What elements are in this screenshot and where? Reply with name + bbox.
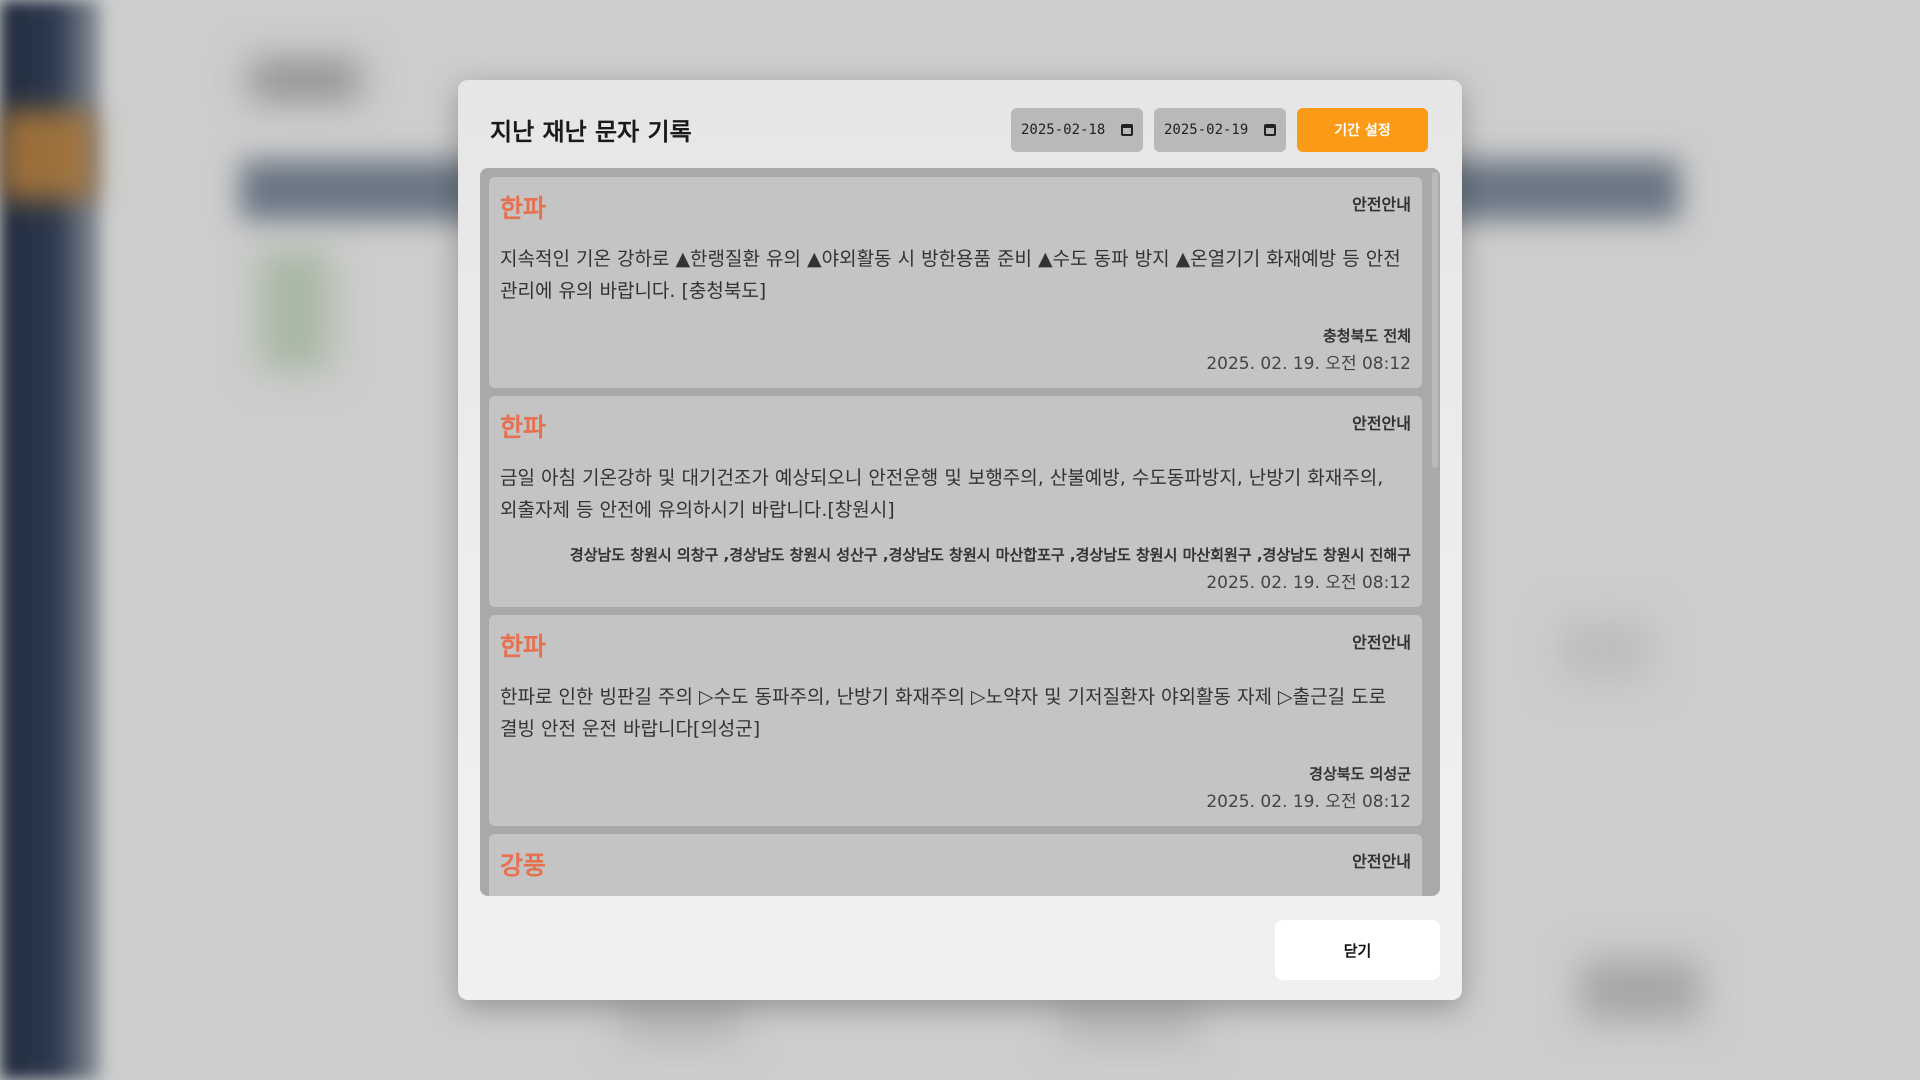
message-card: 한파 안전안내 지속적인 기온 강하로 ▲한랭질환 유의 ▲야외활동 시 방한용… — [489, 177, 1422, 388]
message-list[interactable]: 한파 안전안내 지속적인 기온 강하로 ▲한랭질환 유의 ▲야외활동 시 방한용… — [480, 168, 1440, 896]
message-time: 2025. 02. 19. 오전 08:12 — [1206, 573, 1411, 593]
message-type: 한파 — [500, 194, 547, 223]
message-type: 한파 — [500, 413, 547, 442]
message-region: 경상북도 의성군 — [1309, 765, 1411, 783]
message-region: 경상남도 창원시 의창구 ,경상남도 창원시 성산구 ,경상남도 창원시 마산합… — [569, 546, 1411, 564]
background-blur — [1560, 620, 1650, 680]
background-blur — [1060, 1000, 1200, 1040]
disaster-history-modal: 지난 재난 문자 기록 2025-02-18 2025-02-19 기간 설정 … — [458, 80, 1462, 1000]
message-card: 한파 안전안내 한파로 인한 빙판길 주의 ▷수도 동파주의, 난방기 화재주의… — [489, 615, 1422, 826]
message-type: 한파 — [500, 632, 547, 661]
modal-title: 지난 재난 문자 기록 — [490, 118, 692, 146]
message-region: 충청북도 전체 — [1322, 327, 1411, 345]
end-date-input[interactable]: 2025-02-19 — [1154, 108, 1286, 152]
message-time: 2025. 02. 19. 오전 08:12 — [1206, 792, 1411, 812]
message-category-badge: 안전안내 — [1352, 195, 1411, 214]
message-body: 지속적인 기온 강하로 ▲한랭질환 유의 ▲야외활동 시 방한용품 준비 ▲수도… — [500, 248, 1401, 302]
list-scrollbar[interactable] — [1432, 172, 1438, 468]
message-body: 금일 아침 기온강하 및 대기건조가 예상되오니 안전운행 및 보행주의, 산불… — [500, 467, 1384, 521]
message-body: 한파로 인한 빙판길 주의 ▷수도 동파주의, 난방기 화재주의 ▷노약자 및 … — [500, 686, 1387, 740]
message-type: 강풍 — [500, 851, 547, 880]
message-card: 강풍 안전안내 — [489, 834, 1422, 896]
background-blur — [620, 1000, 740, 1040]
message-category-badge: 안전안내 — [1352, 633, 1411, 652]
background-blur — [250, 60, 360, 100]
close-button[interactable]: 닫기 — [1275, 920, 1440, 980]
start-date-input[interactable]: 2025-02-18 — [1011, 108, 1143, 152]
message-time: 2025. 02. 19. 오전 08:12 — [1206, 354, 1411, 374]
set-period-button[interactable]: 기간 설정 — [1297, 108, 1428, 152]
message-category-badge: 안전안내 — [1352, 414, 1411, 433]
end-date-value: 2025-02-19 — [1164, 122, 1249, 138]
start-date-value: 2025-02-18 — [1021, 122, 1106, 138]
background-sidebar-active-item — [0, 110, 95, 200]
message-card: 한파 안전안내 금일 아침 기온강하 및 대기건조가 예상되오니 안전운행 및 … — [489, 396, 1422, 607]
background-blur — [260, 250, 330, 370]
calendar-icon[interactable] — [1264, 124, 1276, 136]
calendar-icon[interactable] — [1121, 124, 1133, 136]
message-category-badge: 안전안내 — [1352, 852, 1411, 871]
background-blur — [1580, 960, 1700, 1020]
